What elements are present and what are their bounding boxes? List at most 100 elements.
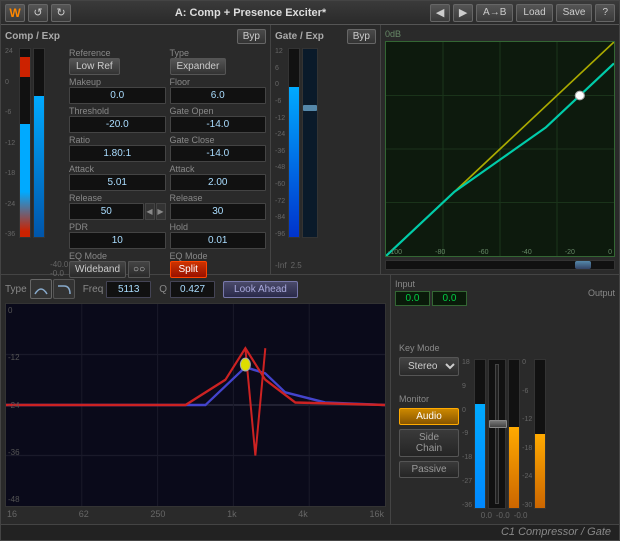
- release-value[interactable]: 50: [69, 203, 144, 220]
- vu-bar-2: [33, 48, 45, 238]
- release2-group: Release 30: [170, 193, 267, 220]
- floor-value[interactable]: 6.0: [170, 87, 267, 104]
- reference-button[interactable]: Low Ref: [69, 58, 120, 75]
- freq-axis-labels: 16 62 250 1k 4k 16k: [5, 508, 386, 520]
- vu-scale-labels: 24 0 -6 -12 -18 -24 -36: [5, 48, 15, 238]
- output-meter-fill-2: [535, 434, 545, 508]
- input-slider: [488, 359, 506, 509]
- transfer-slider[interactable]: [385, 260, 615, 270]
- release-right-arrow[interactable]: ▶: [156, 203, 166, 220]
- output-label: Output: [588, 288, 615, 298]
- makeup-floor-row: Makeup 0.0 Floor 6.0: [69, 77, 266, 104]
- output-group: Output: [588, 288, 615, 298]
- redo-button[interactable]: ↻: [51, 4, 71, 22]
- vu-fill-2: [34, 96, 44, 237]
- floor-group: Floor 6.0: [170, 77, 267, 104]
- key-monitor: Key Mode Stereo Monitor Audio Side Chain…: [399, 309, 459, 520]
- attack-row: Attack 5.01 Attack 2.00: [69, 164, 266, 191]
- load-button[interactable]: Load: [516, 4, 552, 22]
- eqmode-row: EQ Mode Wideband ○○ EQ Mode: [69, 251, 266, 278]
- levels-section: Input 0.0 0.0 Output Key M: [391, 275, 619, 524]
- help-button[interactable]: ?: [595, 4, 615, 22]
- monitor-audio-button[interactable]: Audio: [399, 408, 459, 425]
- gate-bottom-val: -Inf: [275, 261, 287, 270]
- transfer-graph: -100 -80 -60 -40 -20 0: [385, 41, 615, 257]
- gate-bar-1: [288, 48, 300, 238]
- gate-open-label: Gate Open: [170, 106, 267, 116]
- release-label: Release: [69, 193, 166, 203]
- q-value[interactable]: 0.427: [170, 281, 215, 298]
- top-section: Comp / Exp Byp 24 0 -6 -12 -18: [1, 25, 619, 275]
- gate-byp-button[interactable]: Byp: [347, 29, 376, 44]
- bottom-vals-row: 0.0 -0.0 -0.0: [481, 511, 528, 520]
- input-values: 0.0 0.0: [395, 291, 467, 306]
- save-button[interactable]: Save: [556, 4, 593, 22]
- attack-value[interactable]: 5.01: [69, 174, 166, 191]
- bell-filter-icon: [33, 282, 49, 296]
- type-button[interactable]: Expander: [170, 58, 227, 75]
- prev-preset-button[interactable]: ◀: [430, 4, 450, 22]
- eqmode2-group: EQ Mode Split: [170, 251, 267, 278]
- floor-label: Floor: [170, 77, 267, 87]
- comp-byp-button[interactable]: Byp: [237, 29, 266, 44]
- next-preset-button[interactable]: ▶: [453, 4, 473, 22]
- plugin-title: A: Comp + Presence Exciter*: [71, 7, 430, 19]
- transfer-slider-thumb[interactable]: [575, 261, 591, 269]
- input-group: Input 0.0 0.0: [395, 279, 467, 306]
- key-mode-select[interactable]: Stereo: [399, 357, 459, 376]
- gate-open-value[interactable]: -14.0: [170, 116, 267, 133]
- input-slider-thumb[interactable]: [489, 420, 507, 428]
- input-label: Input: [395, 279, 467, 289]
- makeup-group: Makeup 0.0: [69, 77, 166, 104]
- monitor-sidechain-button[interactable]: Side Chain: [399, 429, 459, 457]
- gate-close-value[interactable]: -14.0: [170, 145, 267, 162]
- input-val-2[interactable]: 0.0: [432, 291, 467, 306]
- release-row: Release 50 ◀ ▶ Release 30: [69, 193, 266, 220]
- monitor-passive-button[interactable]: Passive: [399, 461, 459, 478]
- freq-value[interactable]: 5113: [106, 281, 151, 298]
- reference-label: Reference: [69, 48, 166, 58]
- undo-button[interactable]: ↺: [28, 4, 48, 22]
- output-meter-fill-1: [509, 427, 519, 508]
- ratio-value[interactable]: 1.80:1: [69, 145, 166, 162]
- makeup-value[interactable]: 0.0: [69, 87, 166, 104]
- transfer-svg: [386, 42, 614, 256]
- gate-header: Gate / Exp Byp: [275, 29, 376, 44]
- gate-bottom-row: -Inf 2.5: [275, 261, 376, 270]
- attack-label: Attack: [69, 164, 166, 174]
- comp-section: Comp / Exp Byp 24 0 -6 -12 -18: [1, 25, 271, 274]
- type-filter-low[interactable]: [53, 279, 75, 299]
- q-group: Q 0.427: [159, 281, 215, 298]
- eqmode2-label: EQ Mode: [170, 251, 267, 261]
- hold-group: Hold 0.01: [170, 222, 267, 249]
- waves-logo: W: [5, 4, 25, 22]
- gate-meters: [288, 48, 318, 259]
- release-left-arrow[interactable]: ◀: [145, 203, 155, 220]
- gate-close-label: Gate Close: [170, 135, 267, 145]
- plugin-footer: C1 Compressor / Gate: [1, 524, 619, 540]
- release2-value[interactable]: 30: [170, 203, 267, 220]
- eq-header: Type: [5, 279, 386, 299]
- bottom-section: Type: [1, 275, 619, 524]
- gate-scale: 12 6 0 -6 -12 -24 -36 -48 -60 -72 -84 -9…: [275, 48, 285, 238]
- freq-group: Freq 5113: [83, 281, 152, 298]
- threshold-value[interactable]: -20.0: [69, 116, 166, 133]
- hold-value[interactable]: 0.01: [170, 232, 267, 249]
- output-meter-bar-1: [508, 359, 520, 509]
- gate-slider-thumb[interactable]: [303, 105, 317, 111]
- eqmode-group: EQ Mode Wideband ○○: [69, 251, 166, 278]
- attack2-value[interactable]: 2.00: [170, 174, 267, 191]
- freq-label: Freq: [83, 284, 104, 295]
- input-meter-fill: [475, 404, 485, 508]
- gate-inner: 12 6 0 -6 -12 -24 -36 -48 -60 -72 -84 -9…: [275, 48, 376, 259]
- pdr-value[interactable]: 10: [69, 232, 166, 249]
- ratio-label: Ratio: [69, 135, 166, 145]
- ab-button[interactable]: A→B: [476, 4, 513, 22]
- ratio-gateclose-row: Ratio 1.80:1 Gate Close -14.0: [69, 135, 266, 162]
- transfer-section: 0dB: [381, 25, 619, 274]
- hold-label: Hold: [170, 222, 267, 232]
- input-val-1[interactable]: 0.0: [395, 291, 430, 306]
- ratio-group: Ratio 1.80:1: [69, 135, 166, 162]
- type-filter-bell[interactable]: [30, 279, 52, 299]
- look-ahead-button[interactable]: Look Ahead: [223, 281, 298, 298]
